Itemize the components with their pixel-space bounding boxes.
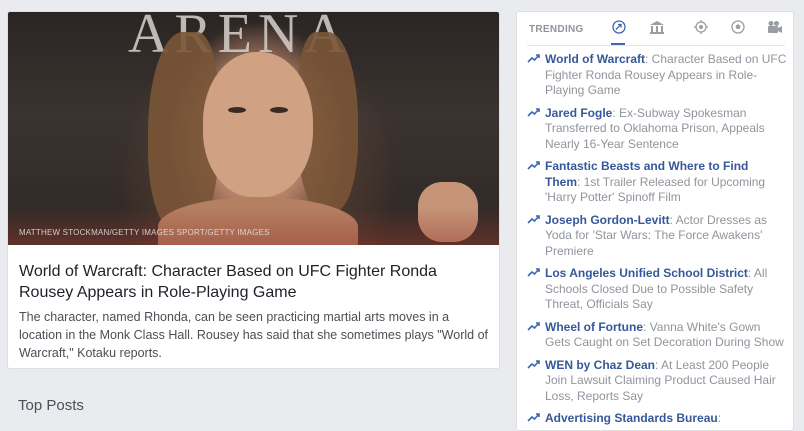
trending-topic[interactable]: Wheel of Fortune (545, 320, 643, 334)
trending-item[interactable]: Fantastic Beasts and Where to Find Them:… (527, 159, 787, 206)
photo-face (203, 52, 313, 197)
trending-up-arrow-icon (527, 266, 545, 313)
story-photo[interactable]: ARENA MATTHEW STOCKMAN/GETTY IMAGES SPOR… (8, 12, 499, 245)
photo-eye-right (270, 107, 288, 113)
trending-title: TRENDING (529, 24, 584, 35)
sports-ball-icon[interactable] (730, 20, 746, 36)
trending-arrow-icon[interactable] (611, 20, 627, 36)
trending-up-arrow-icon (527, 106, 545, 153)
trending-item[interactable]: Advertising Standards Bureau: (527, 411, 787, 427)
science-technology-icon[interactable] (693, 20, 709, 36)
trending-up-arrow-icon (527, 159, 545, 206)
trending-up-arrow-icon (527, 411, 545, 427)
trending-list: World of Warcraft: Character Based on UF… (527, 52, 787, 430)
photo-credit: MATTHEW STOCKMAN/GETTY IMAGES SPORT/GETT… (19, 228, 270, 237)
trending-topic[interactable]: Joseph Gordon-Levitt (545, 213, 670, 227)
trending-item[interactable]: Los Angeles Unified School District: All… (527, 266, 787, 313)
trending-item[interactable]: Wheel of Fortune: Vanna White's Gown Get… (527, 320, 787, 351)
trending-item[interactable]: Jared Fogle: Ex-Subway Spokesman Transfe… (527, 106, 787, 153)
photo-glow (8, 207, 499, 245)
trending-topic[interactable]: World of Warcraft (545, 52, 645, 66)
trending-up-arrow-icon (527, 213, 545, 260)
trending-topic[interactable]: WEN by Chaz Dean (545, 358, 655, 372)
active-category-indicator (611, 43, 625, 45)
politics-building-icon[interactable] (649, 20, 665, 36)
trending-up-arrow-icon (527, 52, 545, 99)
trending-item[interactable]: WEN by Chaz Dean: At Least 200 People Jo… (527, 358, 787, 405)
trending-up-arrow-icon (527, 320, 545, 351)
photo-eye-left (228, 107, 246, 113)
story-summary: The character, named Rhonda, can be seen… (19, 310, 489, 360)
entertainment-camera-icon[interactable] (767, 20, 783, 36)
trending-topic[interactable]: Los Angeles Unified School District (545, 266, 748, 280)
trending-panel: TRENDING World of Warcraft: Character Ba… (516, 11, 794, 431)
trending-item[interactable]: Joseph Gordon-Levitt: Actor Dresses as Y… (527, 213, 787, 260)
trending-item[interactable]: World of Warcraft: Character Based on UF… (527, 52, 787, 99)
trending-up-arrow-icon (527, 358, 545, 405)
story-card[interactable]: ARENA MATTHEW STOCKMAN/GETTY IMAGES SPOR… (7, 11, 500, 369)
section-title-top-posts: Top Posts (18, 397, 84, 414)
story-headline[interactable]: World of Warcraft: Character Based on UF… (19, 261, 489, 303)
trending-description: : 1st Trailer Released for Upcoming 'Har… (545, 174, 766, 205)
trending-topic[interactable]: Jared Fogle (545, 106, 612, 120)
trending-header: TRENDING (527, 12, 785, 46)
